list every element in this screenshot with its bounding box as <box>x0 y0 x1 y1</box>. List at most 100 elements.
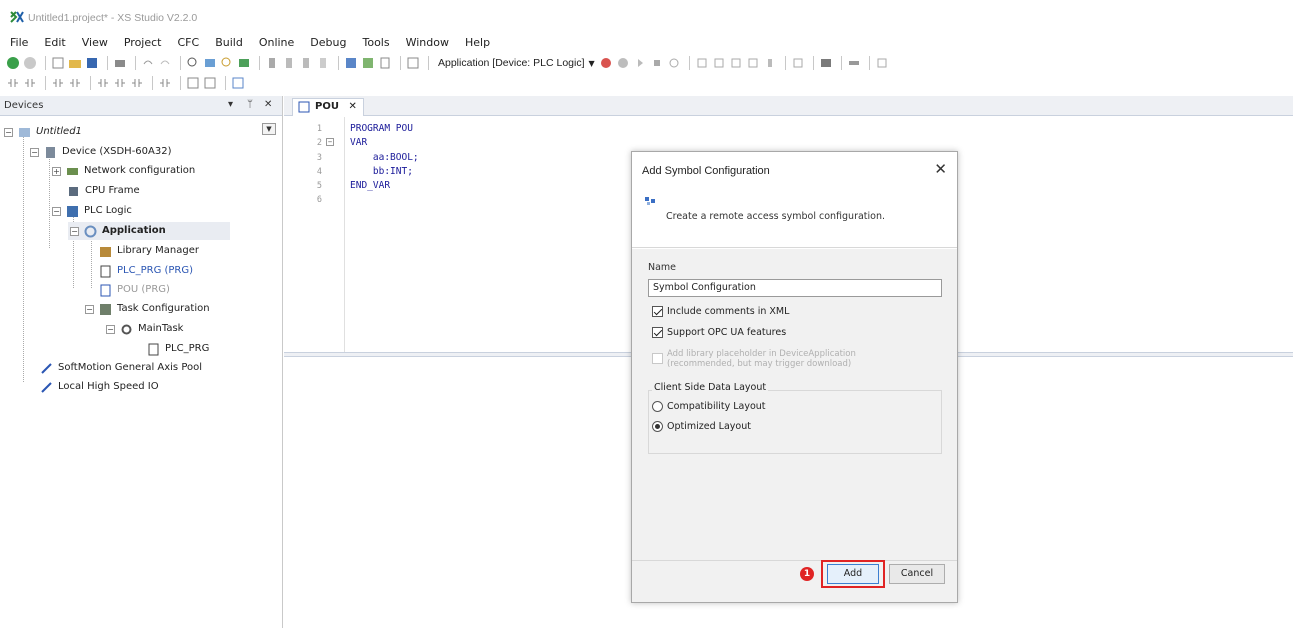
insert-set-coil-icon[interactable] <box>68 76 82 90</box>
menu-window[interactable]: Window <box>398 34 457 52</box>
force-values-icon[interactable] <box>847 56 861 70</box>
menu-project[interactable]: Project <box>116 34 170 52</box>
tree-item-plc-logic[interactable]: − PLC Logic <box>52 202 132 220</box>
tree-item-plc-prg[interactable]: PLC_PRG (PRG) <box>99 262 193 280</box>
insert-jump-icon[interactable] <box>113 76 127 90</box>
replace-icon[interactable] <box>203 56 217 70</box>
optimized-layout-radio[interactable] <box>652 421 663 432</box>
panel-close-icon[interactable]: ✕ <box>264 99 272 110</box>
insert-contact-icon[interactable] <box>6 76 20 90</box>
menu-debug[interactable]: Debug <box>302 34 354 52</box>
login-icon[interactable] <box>599 56 613 70</box>
breakpoint-icon[interactable] <box>763 56 777 70</box>
menu-file[interactable]: File <box>0 34 36 52</box>
bookmark-clear-icon[interactable] <box>316 56 330 70</box>
tree-dropdown-button[interactable]: ▼ <box>262 123 276 135</box>
tree-item-library-manager[interactable]: Library Manager <box>99 242 199 260</box>
panel-menu-icon[interactable]: ▾ <box>228 99 233 110</box>
menu-edit[interactable]: Edit <box>36 34 73 52</box>
name-input[interactable]: Symbol Configuration <box>648 279 942 297</box>
cancel-button[interactable]: Cancel <box>889 564 945 584</box>
menu-view[interactable]: View <box>74 34 116 52</box>
collapse-icon[interactable]: − <box>85 304 94 314</box>
tab-pou[interactable]: POU ✕ <box>292 98 364 116</box>
opc-ua-checkbox[interactable] <box>652 327 663 338</box>
fold-icon[interactable]: − <box>326 138 334 146</box>
tree-item-cpu-frame[interactable]: CPU Frame <box>67 182 140 200</box>
optimized-layout-row[interactable]: Optimized Layout <box>652 421 751 432</box>
active-application-combo[interactable]: Application [Device: PLC Logic] <box>438 57 585 69</box>
find-prev-icon[interactable] <box>237 56 251 70</box>
expand-icon[interactable]: + <box>52 166 61 176</box>
monitor-icon[interactable] <box>819 56 833 70</box>
collapse-icon[interactable]: − <box>70 226 79 236</box>
menu-cfc[interactable]: CFC <box>169 34 207 52</box>
insert-box-icon[interactable] <box>96 76 110 90</box>
add-button[interactable]: Add <box>827 564 879 584</box>
dialog-close-icon[interactable]: ✕ <box>934 160 947 178</box>
tree-item-application[interactable]: − Application <box>68 222 230 240</box>
rebuild-icon[interactable] <box>361 56 375 70</box>
write-values-icon[interactable] <box>791 56 805 70</box>
include-comments-checkbox-row[interactable]: Include comments in XML <box>652 306 789 317</box>
tree-item-device[interactable]: − Device (XSDH-60A32) <box>30 143 172 161</box>
compatibility-layout-row[interactable]: Compatibility Layout <box>652 401 766 412</box>
table-icon[interactable] <box>186 76 200 90</box>
bookmark-prev-icon[interactable] <box>299 56 313 70</box>
insert-coil-icon[interactable] <box>51 76 65 90</box>
redo-icon[interactable] <box>158 56 172 70</box>
bookmark-icon[interactable] <box>265 56 279 70</box>
menu-tools[interactable]: Tools <box>354 34 397 52</box>
bookmark-next-icon[interactable] <box>282 56 296 70</box>
code-line[interactable]: VAR <box>350 137 367 148</box>
collapse-icon[interactable]: − <box>106 324 115 334</box>
code-line[interactable]: bb:INT; <box>350 166 413 177</box>
forward-icon[interactable] <box>23 56 37 70</box>
open-folder-icon[interactable] <box>68 56 82 70</box>
print-icon[interactable] <box>113 56 127 70</box>
tree-item-softmotion[interactable]: SoftMotion General Axis Pool <box>40 359 202 377</box>
find-icon[interactable] <box>186 56 200 70</box>
build-icon[interactable] <box>344 56 358 70</box>
tree-item-main-task-prg[interactable]: PLC_PRG <box>147 340 209 358</box>
grid-icon[interactable] <box>406 56 420 70</box>
document-icon[interactable] <box>378 56 392 70</box>
collapse-icon[interactable]: − <box>4 127 13 137</box>
reset-icon[interactable] <box>667 56 681 70</box>
tree-item-untitled[interactable]: − Untitled1 <box>4 123 82 141</box>
back-icon[interactable] <box>6 56 20 70</box>
view-icon[interactable] <box>231 76 245 90</box>
tree-item-pou[interactable]: POU (PRG) <box>99 281 170 299</box>
tree-item-task-configuration[interactable]: − Task Configuration <box>85 300 210 318</box>
new-project-icon[interactable] <box>51 56 65 70</box>
collapse-icon[interactable]: − <box>52 206 61 216</box>
code-line[interactable]: aa:BOOL; <box>350 152 419 163</box>
table-alt-icon[interactable] <box>203 76 217 90</box>
tab-close-icon[interactable]: ✕ <box>348 101 356 112</box>
tree-item-local-io[interactable]: Local High Speed IO <box>40 378 159 396</box>
undo-icon[interactable] <box>141 56 155 70</box>
step-out-icon[interactable] <box>729 56 743 70</box>
pin-icon[interactable]: ᛘ <box>247 99 253 110</box>
compatibility-layout-radio[interactable] <box>652 401 663 412</box>
collapse-icon[interactable]: − <box>30 147 39 157</box>
unforce-icon[interactable] <box>875 56 889 70</box>
chevron-down-icon[interactable]: ▼ <box>589 59 595 68</box>
start-icon[interactable] <box>633 56 647 70</box>
insert-parallel-contact-icon[interactable] <box>23 76 37 90</box>
include-comments-checkbox[interactable] <box>652 306 663 317</box>
step-over-icon[interactable] <box>695 56 709 70</box>
insert-return-icon[interactable] <box>130 76 144 90</box>
step-into-icon[interactable] <box>712 56 726 70</box>
find-next-icon[interactable] <box>220 56 234 70</box>
code-line[interactable]: PROGRAM POU <box>350 123 413 134</box>
menu-build[interactable]: Build <box>207 34 251 52</box>
code-line[interactable]: END_VAR <box>350 180 390 191</box>
logout-icon[interactable] <box>616 56 630 70</box>
stop-icon[interactable] <box>650 56 664 70</box>
insert-network-icon[interactable] <box>158 76 172 90</box>
opc-ua-checkbox-row[interactable]: Support OPC UA features <box>652 327 786 338</box>
tree-item-main-task[interactable]: − MainTask <box>106 320 183 338</box>
menu-help[interactable]: Help <box>457 34 498 52</box>
menu-online[interactable]: Online <box>251 34 302 52</box>
